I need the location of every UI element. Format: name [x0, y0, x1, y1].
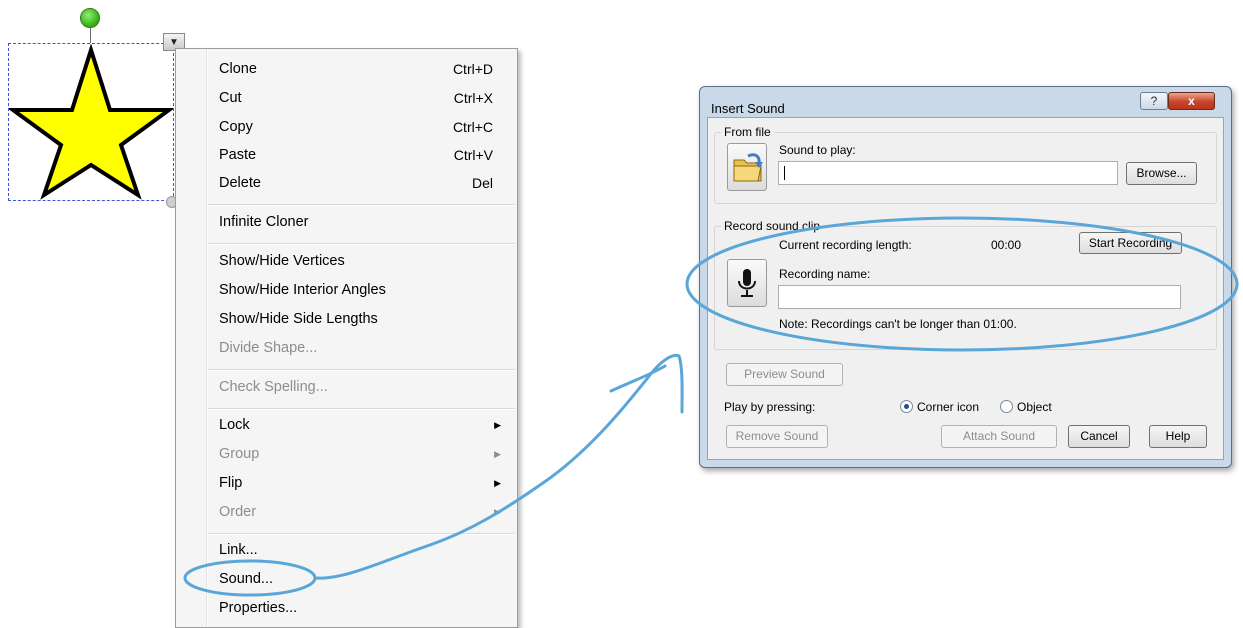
annotation-arrow: [313, 353, 684, 580]
sound-item-highlight-ellipse: [183, 559, 317, 597]
record-group-highlight-ellipse: [685, 216, 1239, 352]
annotation-overlay: [183, 216, 1239, 597]
annotation-arrowhead: [609, 364, 667, 393]
